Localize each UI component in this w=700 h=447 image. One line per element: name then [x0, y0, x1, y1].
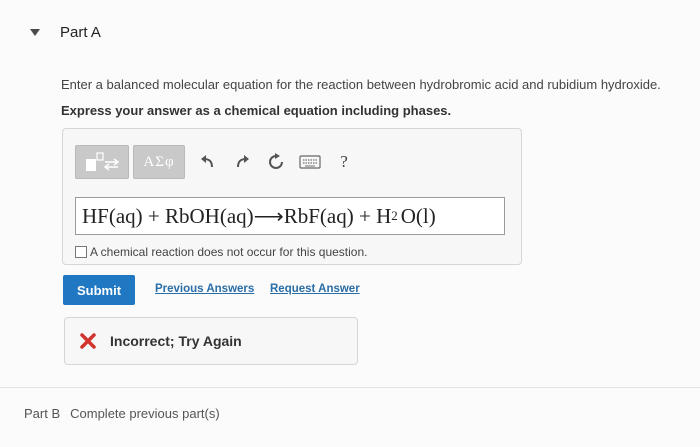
undo-button[interactable]	[191, 145, 225, 179]
part-b-title: Part B	[24, 406, 61, 421]
answer-box: ΑΣφ ? HF(aq) + RbOH(aq) ⟶ RbF(aq) + H 2 …	[62, 128, 522, 265]
reset-icon	[269, 153, 283, 169]
feedback-text: Incorrect; Try Again	[110, 333, 242, 349]
template-icon	[86, 152, 120, 171]
incorrect-x-icon	[80, 333, 96, 349]
previous-answers-link[interactable]: Previous Answers	[155, 283, 254, 295]
answer-instruction: Express your answer as a chemical equati…	[61, 103, 452, 118]
keyboard-button[interactable]	[293, 145, 327, 179]
equation-lhs: HF(aq) + RbOH(aq)	[82, 203, 254, 228]
no-reaction-checkbox[interactable]	[75, 246, 87, 258]
submit-button[interactable]: Submit	[63, 275, 135, 305]
equation-toolbar: ΑΣφ ?	[75, 143, 361, 181]
undo-icon	[201, 155, 213, 168]
collapse-caret-icon[interactable]	[30, 28, 40, 36]
no-reaction-label: A chemical reaction does not occur for t…	[90, 245, 368, 259]
feedback-box: Incorrect; Try Again	[64, 317, 358, 365]
part-b-status: Complete previous part(s)	[70, 406, 220, 421]
equation-rhs: RbF(aq) + H	[283, 203, 392, 228]
keyboard-icon	[299, 155, 321, 169]
equation-arrow: ⟶	[253, 203, 284, 228]
equation-subscript: 2	[391, 208, 398, 223]
greek-symbols-button[interactable]: ΑΣφ	[133, 145, 185, 179]
help-button[interactable]: ?	[327, 145, 361, 179]
request-answer-link[interactable]: Request Answer	[270, 283, 360, 295]
equation-rhs-tail: O(l)	[400, 203, 436, 228]
part-a-header[interactable]: Part A	[30, 20, 101, 44]
question-prompt: Enter a balanced molecular equation for …	[61, 77, 661, 92]
equation-input[interactable]: HF(aq) + RbOH(aq) ⟶ RbF(aq) + H 2 O(l)	[75, 197, 505, 235]
template-button[interactable]	[75, 145, 129, 179]
redo-button[interactable]	[225, 145, 259, 179]
no-reaction-option[interactable]: A chemical reaction does not occur for t…	[75, 245, 367, 259]
reset-button[interactable]	[259, 145, 293, 179]
part-title: Part A	[60, 23, 101, 41]
part-b-header[interactable]: Part B Complete previous part(s)	[24, 406, 220, 421]
redo-icon	[237, 155, 249, 168]
section-divider	[0, 387, 700, 388]
